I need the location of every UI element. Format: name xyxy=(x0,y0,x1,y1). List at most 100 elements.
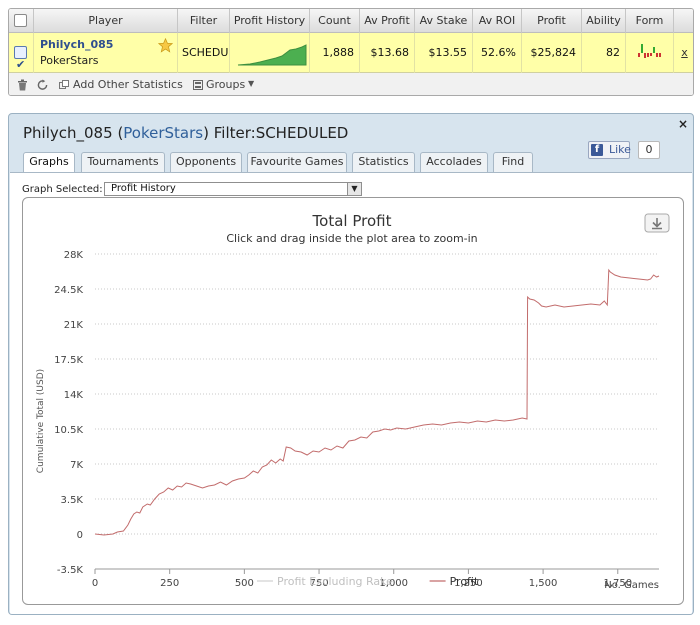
legend-item-label[interactable]: Profit xyxy=(450,575,479,588)
column-header-form[interactable]: Form xyxy=(625,9,673,33)
form-bar xyxy=(659,53,661,57)
player-cell: Philych_085 PokerStars xyxy=(33,33,177,73)
add-other-statistics-label: Add Other Statistics xyxy=(73,78,183,91)
groups-icon xyxy=(193,80,203,90)
chevron-down-icon: ▼ xyxy=(347,183,361,195)
tab-statistics[interactable]: Statistics xyxy=(352,152,415,172)
player-name-link[interactable]: Philych_085 xyxy=(40,38,113,52)
y-tick-label: -3.5K xyxy=(57,565,84,576)
legend-item-label[interactable]: Profit Excluding Rake xyxy=(277,575,393,588)
form-bar xyxy=(647,53,649,57)
profit-chart[interactable]: -3.5K 0 3.5K 7K 10.5K 14K 17.5K 21K 24.5K 28K 0 25… xyxy=(22,197,684,605)
row-checkbox[interactable] xyxy=(14,45,27,85)
chart-export-button[interactable] xyxy=(644,213,670,233)
player-site: PokerStars xyxy=(40,54,99,67)
x-tick-label: 500 xyxy=(235,578,254,589)
row-select-cell xyxy=(9,33,33,85)
x-tick-label: 250 xyxy=(160,578,179,589)
column-header-profit[interactable]: Profit xyxy=(521,9,581,33)
column-header-player[interactable]: Player xyxy=(33,9,177,33)
tab-opponents[interactable]: Opponents xyxy=(170,152,242,172)
y-tick-label: 28K xyxy=(64,250,84,261)
y-axis-ticks: -3.5K 0 3.5K 7K 10.5K 14K 17.5K 21K 24.5K 28K xyxy=(54,250,83,576)
tab-tournaments[interactable]: Tournaments xyxy=(81,152,165,172)
add-stats-icon xyxy=(59,80,69,89)
column-header-av-profit[interactable]: Av Profit xyxy=(359,9,414,33)
filter-cell: SCHEDUL xyxy=(177,33,229,73)
tab-favourite-games[interactable]: Favourite Games xyxy=(247,152,347,172)
ability-cell: 82 xyxy=(581,33,625,73)
chevron-down-icon: ▼ xyxy=(248,79,255,88)
table-header: Player Filter Profit History Count Av Pr… xyxy=(9,9,693,33)
close-icon[interactable]: × xyxy=(678,117,688,131)
profit-cell: $25,824 xyxy=(521,33,581,73)
form-cell xyxy=(625,33,673,73)
chart-title: Total Profit xyxy=(312,212,392,230)
favourite-star-icon[interactable] xyxy=(158,38,173,53)
trash-icon[interactable] xyxy=(17,79,28,91)
table-footer-toolbar: Add Other Statistics Groups ▼ xyxy=(9,73,693,95)
column-header-ability[interactable]: Ability xyxy=(581,9,625,33)
form-bar xyxy=(650,53,652,56)
player-window: Philych_085 (PokerStars) Filter:SCHEDULE… xyxy=(8,113,694,615)
column-header-profit-history[interactable]: Profit History xyxy=(229,9,309,33)
refresh-icon[interactable] xyxy=(37,79,48,91)
y-tick-label: 14K xyxy=(64,390,84,401)
column-header-remove xyxy=(673,9,693,33)
chart-legend: Profit Excluding Rake Profit xyxy=(257,575,479,588)
chart-canvas[interactable]: -3.5K 0 3.5K 7K 10.5K 14K 17.5K 21K 24.5K 28K 0 25… xyxy=(23,198,684,605)
column-header-count[interactable]: Count xyxy=(309,9,359,33)
y-tick-label: 3.5K xyxy=(61,495,84,506)
title-site-link[interactable]: PokerStars xyxy=(123,124,203,142)
graphs-panel: Graph Selected: Profit History ▼ -3.5K 0 3… xyxy=(10,172,692,614)
graph-select-dropdown[interactable]: Profit History ▼ xyxy=(104,182,362,196)
statistics-table: Player Filter Profit History Count Av Pr… xyxy=(8,8,694,96)
y-tick-label: 0 xyxy=(77,530,83,541)
column-header-filter[interactable]: Filter xyxy=(177,9,229,33)
av-profit-cell: $13.68 xyxy=(359,33,414,73)
remove-row-button[interactable]: x xyxy=(673,33,693,73)
profit-history-sparkline[interactable] xyxy=(229,33,309,73)
chart-series xyxy=(94,268,660,536)
groups-label: Groups xyxy=(206,78,246,91)
y-tick-label: 24.5K xyxy=(54,285,83,296)
av-stake-cell: $13.55 xyxy=(414,33,472,73)
x-axis-label: No. Games xyxy=(604,580,659,591)
chart-gridlines xyxy=(95,253,659,570)
title-paren-close: ) xyxy=(203,124,209,142)
facebook-icon: f xyxy=(591,144,603,156)
tab-find[interactable]: Find xyxy=(493,152,533,172)
count-cell: 1,888 xyxy=(309,33,359,73)
form-bar xyxy=(641,44,643,53)
form-sparkbars xyxy=(638,44,661,58)
graph-selected-label: Graph Selected: xyxy=(22,184,103,195)
x-tick-label: 1,500 xyxy=(529,578,558,589)
y-axis-label: Cumulative Total (USD) xyxy=(36,369,46,473)
graph-select-value: Profit History xyxy=(111,183,176,194)
like-label: Like xyxy=(609,143,631,156)
av-roi-cell: 52.6% xyxy=(472,33,521,73)
window-title: Philych_085 (PokerStars) Filter:SCHEDULE… xyxy=(23,124,348,142)
x-tick-label: 0 xyxy=(92,578,98,589)
series-line-profit xyxy=(94,268,660,536)
title-filter: Filter:SCHEDULED xyxy=(213,124,349,142)
like-button[interactable]: f Like xyxy=(588,141,631,159)
tab-graphs[interactable]: Graphs xyxy=(23,152,75,173)
column-header-av-roi[interactable]: Av ROI xyxy=(472,9,521,33)
form-bar xyxy=(644,53,646,58)
form-bar xyxy=(638,53,640,57)
column-header-av-stake[interactable]: Av Stake xyxy=(414,9,472,33)
select-all-checkbox[interactable] xyxy=(14,14,27,27)
y-tick-label: 10.5K xyxy=(54,425,83,436)
table-row[interactable]: Philych_085 PokerStars SCHEDUL 1,888 $13… xyxy=(9,33,693,85)
y-tick-label: 17.5K xyxy=(54,355,83,366)
form-bar xyxy=(653,47,655,53)
y-tick-label: 21K xyxy=(64,320,84,331)
tab-accolades[interactable]: Accolades xyxy=(420,152,488,172)
y-tick-label: 7K xyxy=(70,460,83,471)
chart-subtitle: Click and drag inside the plot area to z… xyxy=(226,232,477,245)
title-player-name: Philych_085 xyxy=(23,124,113,142)
form-bar xyxy=(656,53,658,57)
like-count: 0 xyxy=(638,141,660,159)
select-all-cell xyxy=(9,9,33,33)
